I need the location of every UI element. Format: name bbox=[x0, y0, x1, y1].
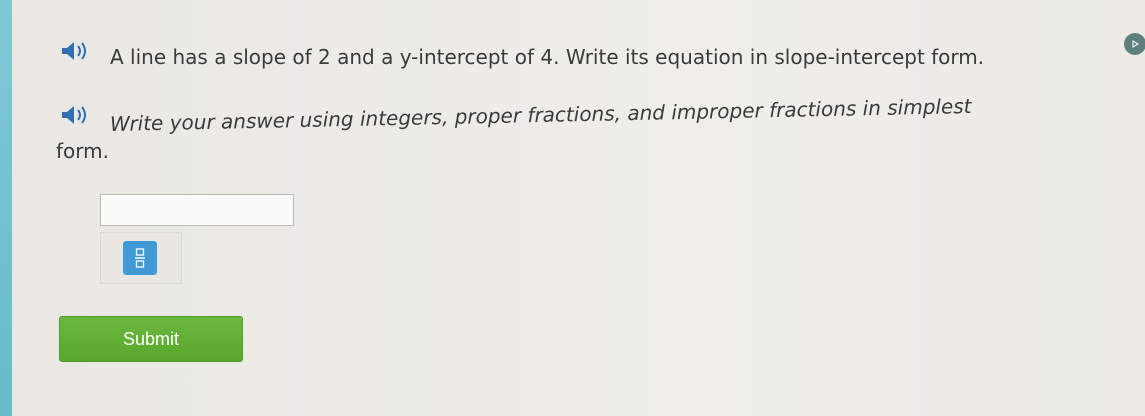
instructions-line-1: Write your answer using integers, proper… bbox=[109, 93, 972, 136]
speaker-icon bbox=[62, 42, 86, 60]
speaker-button-prompt[interactable] bbox=[60, 40, 96, 62]
left-accent-bar bbox=[0, 0, 12, 416]
math-keypad bbox=[100, 232, 182, 284]
instructions-line-2: form. bbox=[56, 139, 109, 163]
fraction-button[interactable] bbox=[123, 241, 157, 275]
submit-button[interactable]: Submit bbox=[59, 316, 243, 362]
fraction-icon bbox=[135, 248, 145, 268]
play-icon bbox=[1132, 39, 1140, 49]
speaker-icon bbox=[62, 106, 86, 124]
question-prompt: A line has a slope of 2 and a y-intercep… bbox=[110, 45, 985, 69]
answer-input[interactable] bbox=[100, 194, 294, 226]
status-badge bbox=[1124, 33, 1145, 55]
speaker-button-instructions[interactable] bbox=[60, 104, 96, 126]
question-panel: A line has a slope of 2 and a y-intercep… bbox=[12, 0, 1145, 416]
